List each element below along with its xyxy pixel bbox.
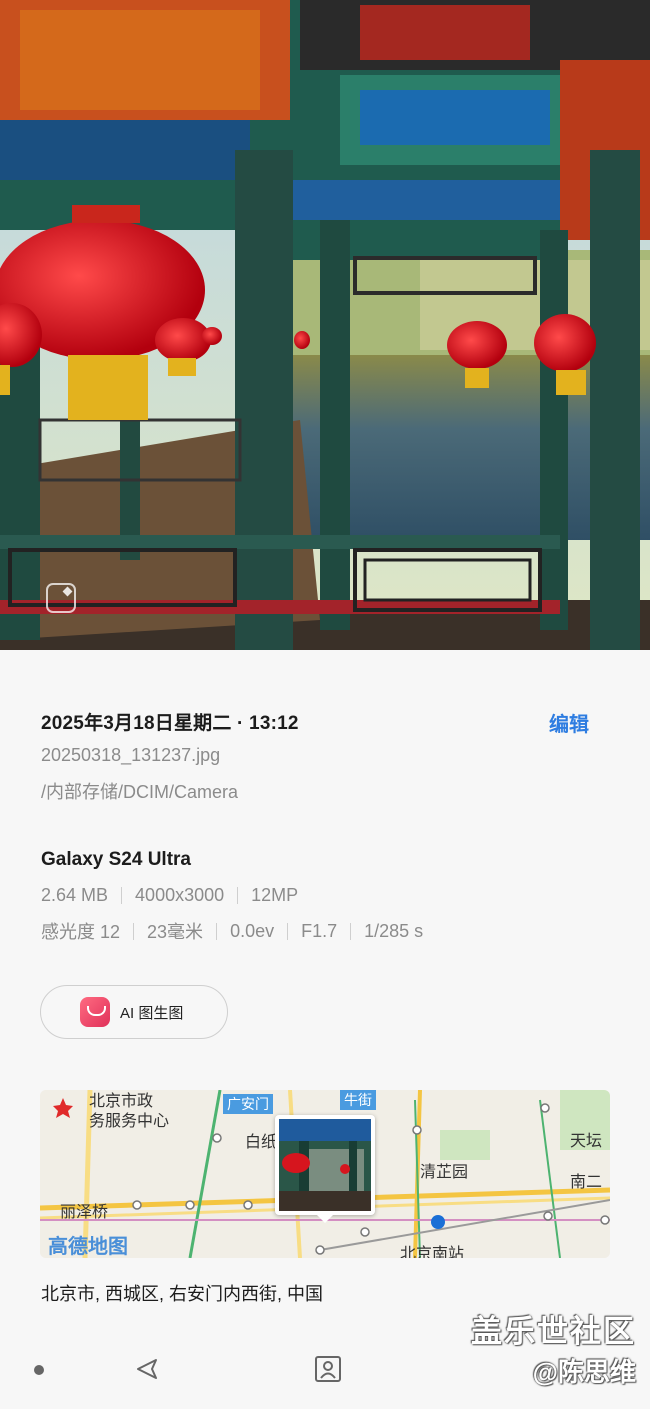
share-icon[interactable] — [134, 1356, 160, 1382]
location-map[interactable]: 北京市政 务服务中心 广安门 牛街 白纸 天坛 清芷园 南二 丽泽桥 高德地图 … — [40, 1090, 610, 1258]
nav-dot[interactable] — [34, 1365, 44, 1375]
edit-button[interactable]: 编辑 — [549, 708, 589, 737]
ai-edit-icon[interactable] — [46, 583, 76, 613]
map-label-nan: 南二 — [570, 1174, 603, 1191]
photo-viewer[interactable] — [0, 0, 650, 650]
device-model: Galaxy S24 Ultra — [41, 849, 191, 870]
file-name: 20250318_131237.jpg — [41, 745, 221, 765]
divider — [216, 922, 218, 940]
location-address: 北京市, 西城区, 右安门内西街, 中国 — [41, 1284, 324, 1304]
aperture: F1.7 — [301, 920, 338, 941]
watermark-brand: 盖乐世社区 — [471, 1314, 636, 1349]
map-label-niujie: 牛街 — [340, 1090, 376, 1110]
exposure-value: 0.0ev — [230, 920, 275, 941]
map-label-bjnanzhan: 北京南站 — [400, 1246, 465, 1258]
shutter-speed: 1/285 s — [364, 920, 424, 941]
iso: 感光度 12 — [41, 922, 121, 942]
file-path: /内部存储/DCIM/Camera — [41, 782, 239, 802]
map-label-qingzhiyuan: 清芷园 — [420, 1164, 469, 1181]
camera-specs: 感光度 12 23毫米 0.0ev F1.7 1/285 s — [41, 918, 423, 944]
map-label-guanganmen: 广安门 — [223, 1094, 273, 1114]
ai-image-button[interactable]: AI 图生图 — [40, 985, 228, 1039]
focal-length: 23毫米 — [147, 922, 204, 942]
map-label-lizeqiao: 丽泽桥 — [60, 1204, 109, 1221]
ai-image-label: AI 图生图 — [120, 1004, 184, 1022]
photo-image — [0, 0, 650, 650]
file-specs: 2.64 MB 4000x3000 12MP — [41, 885, 298, 906]
divider — [237, 887, 239, 904]
capture-datetime: 2025年3月18日星期二 · 13:12 — [41, 713, 299, 734]
resolution: 4000x3000 — [135, 885, 225, 905]
map-label-tiantan: 天坛 — [570, 1133, 603, 1150]
info-icon[interactable] — [314, 1355, 342, 1383]
map-label-baizhi: 白纸 — [245, 1134, 278, 1151]
divider — [287, 922, 289, 940]
file-size: 2.64 MB — [41, 885, 109, 905]
map-photo-pin[interactable] — [275, 1115, 375, 1223]
map-brand-logo: 高德地图 — [48, 1236, 128, 1258]
watermark-user: @陈思维 — [532, 1357, 636, 1387]
divider — [133, 922, 135, 940]
map-label-gov2: 务服务中心 — [89, 1113, 170, 1130]
megapixels: 12MP — [251, 885, 299, 905]
divider — [121, 887, 123, 904]
details-panel: 2025年3月18日星期二 · 13:12 编辑 20250318_131237… — [0, 650, 650, 1409]
map-photo-thumbnail — [279, 1119, 371, 1211]
ai-image-icon — [80, 997, 110, 1027]
divider — [350, 922, 352, 940]
